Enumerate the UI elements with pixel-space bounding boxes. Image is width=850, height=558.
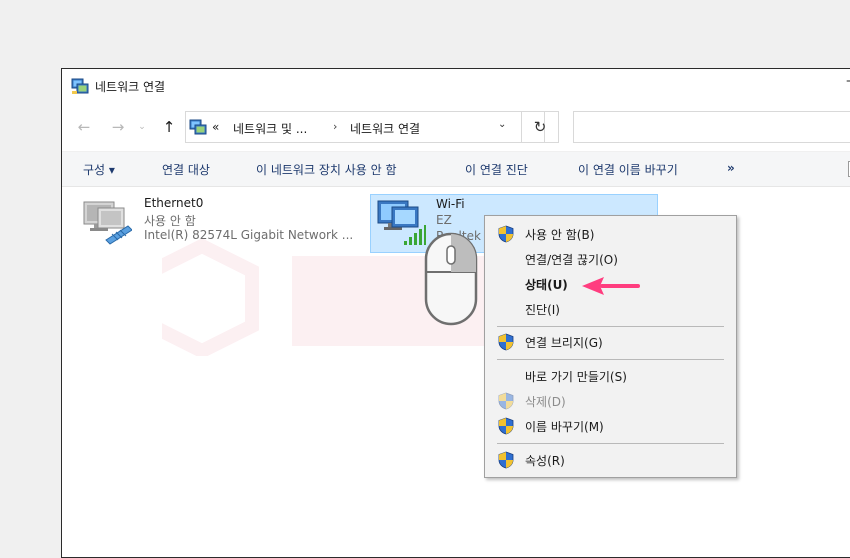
menu-label: 연결/연결 끊기(O) — [525, 253, 618, 267]
menu-separator — [497, 359, 724, 360]
disable-device-command[interactable]: 이 네트워크 장치 사용 안 함 — [256, 161, 397, 178]
chevron-down-icon[interactable]: ⌄ — [498, 119, 512, 130]
uac-shield-icon — [498, 451, 514, 469]
menu-label: 연결 브리지(G) — [525, 336, 603, 350]
adapter-name: Ethernet0 — [144, 196, 204, 210]
menu-label: 이름 바꾸기(M) — [525, 420, 604, 434]
menu-label: 진단(I) — [525, 303, 560, 317]
organize-menu[interactable]: 구성 ▾ — [83, 161, 115, 178]
menu-item-bridge[interactable]: 연결 브리지(G) — [485, 330, 736, 354]
network-folder-icon — [189, 119, 207, 135]
menu-label: 사용 안 함(B) — [525, 228, 595, 242]
breadcrumb-separator[interactable]: › — [333, 120, 337, 133]
menu-item-connect-disconnect[interactable]: 연결/연결 끊기(O) — [485, 247, 736, 271]
more-commands-chevron-icon[interactable]: » — [727, 161, 735, 175]
rename-command[interactable]: 이 연결 이름 바꾸기 — [578, 161, 678, 178]
adapter-status: 사용 안 함 — [144, 214, 196, 228]
address-box[interactable]: « 네트워크 및 ... › 네트워크 연결 ⌄ — [185, 111, 545, 143]
uac-shield-icon — [498, 333, 514, 351]
menu-item-properties[interactable]: 속성(R) — [485, 448, 736, 472]
breadcrumb-network-connections[interactable]: 네트워크 연결 — [350, 120, 420, 137]
menu-label: 바로 가기 만들기(S) — [525, 370, 627, 384]
up-arrow-icon[interactable]: ↑ — [159, 117, 179, 137]
menu-label: 상태(U) — [525, 278, 568, 292]
menu-label: 삭제(D) — [525, 395, 566, 409]
command-bar: 구성 ▾ 연결 대상 이 네트워크 장치 사용 안 함 이 연결 진단 이 연결… — [62, 151, 850, 187]
pointer-arrow-icon — [582, 277, 640, 295]
adapter-device: Intel(R) 82574L Gigabit Network ... — [144, 228, 354, 242]
mouse-right-click-icon — [424, 232, 478, 326]
connect-to-command[interactable]: 연결 대상 — [162, 161, 210, 178]
menu-separator — [497, 443, 724, 444]
refresh-button[interactable]: ↻ — [521, 111, 559, 143]
menu-item-rename[interactable]: 이름 바꾸기(M) — [485, 414, 736, 438]
minimize-button[interactable]: – — [846, 73, 850, 93]
recent-locations-icon[interactable]: ⌄ — [136, 117, 148, 137]
wifi-adapter-icon — [377, 200, 426, 245]
menu-item-disable[interactable]: 사용 안 함(B) — [485, 222, 736, 246]
title-bar: 네트워크 연결 – — [62, 69, 850, 103]
address-bar: ← → ⌄ ↑ « 네트워크 및 ... › 네트워크 연결 ⌄ ↻ — [62, 107, 850, 147]
back-arrow-icon[interactable]: ← — [74, 117, 94, 137]
context-menu: 사용 안 함(B) 연결/연결 끊기(O) 상태(U) 진단(I) 연결 브리지… — [484, 215, 737, 478]
forward-arrow-icon[interactable]: → — [108, 117, 128, 137]
adapter-name: Wi-Fi — [436, 197, 465, 211]
search-input[interactable] — [573, 111, 850, 143]
uac-shield-icon — [498, 392, 514, 410]
uac-shield-icon — [498, 225, 514, 243]
diagnose-command[interactable]: 이 연결 진단 — [465, 161, 528, 178]
ethernet-adapter-icon — [83, 201, 132, 245]
adapter-ethernet0[interactable]: Ethernet0 사용 안 함 Intel(R) 82574L Gigabit… — [82, 196, 372, 251]
menu-label: 속성(R) — [525, 454, 565, 468]
uac-shield-icon — [498, 417, 514, 435]
menu-separator — [497, 326, 724, 327]
breadcrumb-overflow[interactable]: « — [212, 120, 219, 134]
network-connections-icon — [71, 78, 89, 94]
breadcrumb-network-sharing[interactable]: 네트워크 및 ... — [233, 120, 307, 137]
menu-item-diagnose[interactable]: 진단(I) — [485, 297, 736, 321]
menu-item-delete: 삭제(D) — [485, 389, 736, 413]
menu-item-create-shortcut[interactable]: 바로 가기 만들기(S) — [485, 364, 736, 388]
window-title: 네트워크 연결 — [95, 80, 166, 94]
adapter-status: EZ — [436, 213, 452, 227]
